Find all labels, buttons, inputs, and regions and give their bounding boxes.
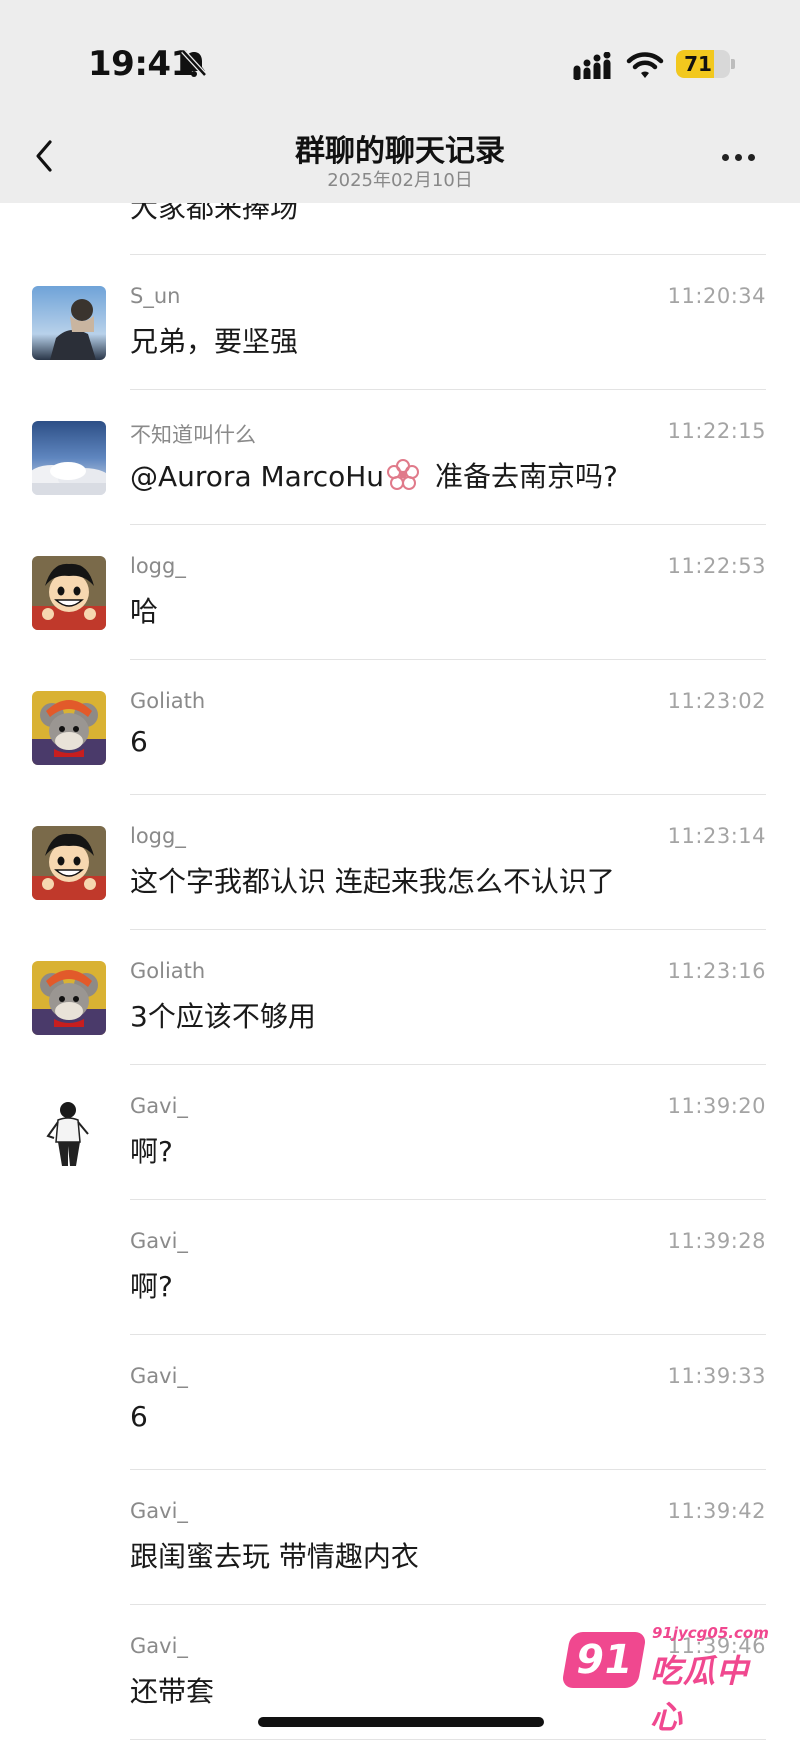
message-text: 兄弟，要坚强 bbox=[130, 325, 299, 358]
list-item[interactable]: Goliath 11:23:02 6 bbox=[0, 659, 800, 794]
cartoon-mouse-avatar[interactable] bbox=[32, 691, 106, 765]
message-text-rest: 准备去南京吗? bbox=[426, 460, 618, 493]
sketch-person-avatar[interactable] bbox=[32, 1096, 106, 1170]
watermark-logo: 91 91jycg05.com 吃瓜中心 bbox=[561, 1624, 769, 1736]
battery-percent: 71 bbox=[684, 52, 712, 76]
list-item[interactable]: Gavi_ 11:39:20 啊? bbox=[0, 1064, 800, 1199]
list-item[interactable]: S_un 11:20:34 兄弟，要坚强 bbox=[0, 254, 800, 389]
message-timestamp: 11:23:16 bbox=[667, 959, 766, 983]
sender-name: logg_ bbox=[130, 824, 186, 848]
divider bbox=[130, 1739, 766, 1740]
message-text: 这个字我都认识 连起来我怎么不认识了 bbox=[130, 865, 615, 898]
list-item[interactable]: Gavi_ 11:39:42 跟闺蜜去玩 带情趣内衣 bbox=[0, 1469, 800, 1604]
page-subtitle-date: 2025年02月10日 bbox=[327, 170, 473, 191]
sender-name: Gavi_ bbox=[130, 1094, 188, 1118]
sender-name: S_un bbox=[130, 284, 181, 308]
watermark-url: 91jycg05.com bbox=[652, 1624, 769, 1642]
status-bar: 19:41 71 bbox=[0, 0, 800, 120]
wifi-icon bbox=[626, 52, 664, 78]
message-timestamp: 11:39:28 bbox=[667, 1229, 766, 1253]
watermark-badge: 91 bbox=[561, 1632, 647, 1688]
page-title: 群聊的聊天记录 bbox=[295, 134, 505, 169]
watermark-name: 吃瓜中心 bbox=[650, 1652, 750, 1736]
cartoon-mouse-avatar[interactable] bbox=[32, 961, 106, 1035]
home-indicator bbox=[258, 1717, 544, 1727]
list-item[interactable]: logg_ 11:22:53 哈 bbox=[0, 524, 800, 659]
message-timestamp: 11:39:33 bbox=[667, 1364, 766, 1388]
sender-name: logg_ bbox=[130, 554, 186, 578]
message-text: 还带套 bbox=[130, 1675, 215, 1708]
sender-name: Goliath bbox=[130, 689, 206, 713]
bell-muted-icon bbox=[181, 49, 207, 77]
cellular-signal-icon bbox=[573, 52, 611, 80]
list-item[interactable]: Goliath 11:23:16 3个应该不够用 bbox=[0, 929, 800, 1064]
message-timestamp: 11:22:15 bbox=[667, 419, 766, 443]
message-text: 啊? bbox=[130, 1135, 173, 1168]
message-text: 啊? bbox=[130, 1270, 173, 1303]
sender-name: Gavi_ bbox=[130, 1634, 188, 1658]
list-item[interactable]: 不知道叫什么 11:22:15 @Aurora MarcoHu 准备去南京吗? bbox=[0, 389, 800, 524]
sender-name: Gavi_ bbox=[130, 1499, 188, 1523]
sky-photo-avatar[interactable] bbox=[32, 286, 106, 360]
header-bar: 19:41 71 群聊的聊天记录 2025年02月10日 bbox=[0, 0, 800, 203]
mention-text[interactable]: @Aurora MarcoHu bbox=[130, 460, 384, 493]
clouds-avatar[interactable] bbox=[32, 421, 106, 495]
message-timestamp: 11:39:42 bbox=[667, 1499, 766, 1523]
sender-name: Gavi_ bbox=[130, 1364, 188, 1388]
status-time: 19:41 bbox=[88, 44, 194, 84]
message-text: 6 bbox=[130, 1400, 148, 1433]
message-timestamp: 11:22:53 bbox=[667, 554, 766, 578]
message-timestamp: 11:23:02 bbox=[667, 689, 766, 713]
message-timestamp: 11:20:34 bbox=[667, 284, 766, 308]
anime-pirate-avatar[interactable] bbox=[32, 556, 106, 630]
anime-pirate-avatar[interactable] bbox=[32, 826, 106, 900]
message-text: 3个应该不够用 bbox=[130, 1000, 316, 1033]
battery-cap bbox=[731, 59, 735, 69]
more-options-icon[interactable] bbox=[722, 146, 766, 168]
message-timestamp: 11:23:14 bbox=[667, 824, 766, 848]
sender-name: Goliath bbox=[130, 959, 206, 983]
sender-name: 不知道叫什么 bbox=[130, 423, 256, 447]
list-item[interactable]: Gavi_ 11:39:28 啊? bbox=[0, 1199, 800, 1334]
flower-emoji-icon bbox=[387, 459, 420, 490]
list-item[interactable]: logg_ 11:23:14 这个字我都认识 连起来我怎么不认识了 bbox=[0, 794, 800, 929]
message-text: @Aurora MarcoHu 准备去南京吗? bbox=[130, 455, 618, 495]
message-text: 6 bbox=[130, 725, 148, 758]
sender-name: Gavi_ bbox=[130, 1229, 188, 1253]
message-timestamp: 11:39:20 bbox=[667, 1094, 766, 1118]
message-text: 哈 bbox=[130, 595, 159, 628]
message-text: 跟闺蜜去玩 带情趣内衣 bbox=[130, 1540, 419, 1573]
list-item[interactable]: Gavi_ 11:39:33 6 bbox=[0, 1334, 800, 1469]
battery-indicator: 71 bbox=[676, 50, 730, 78]
